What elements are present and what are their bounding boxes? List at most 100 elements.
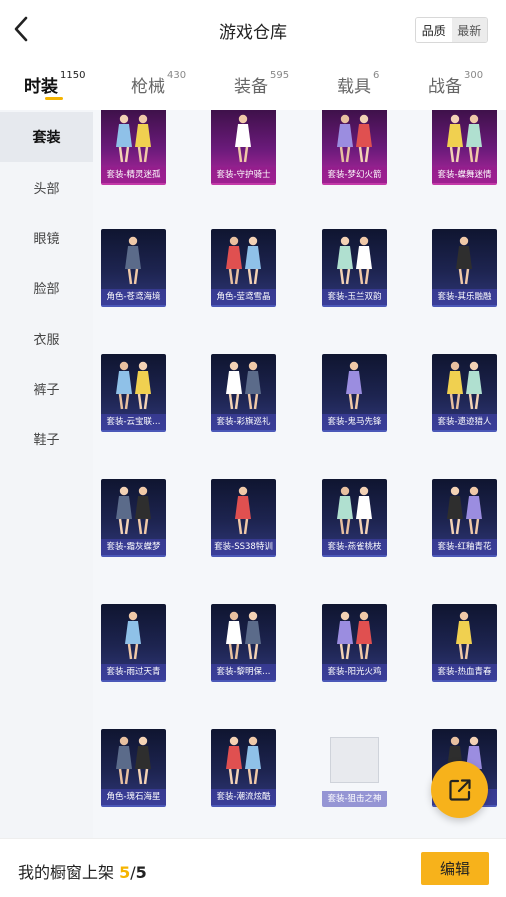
item-card[interactable]: 套装-其乐融融 [432,229,497,307]
sort-by-quality[interactable]: 品质 [416,18,452,42]
outfit-thumbnail [235,486,251,535]
item-card[interactable]: 套装-守护骑士 [211,110,276,185]
sort-toggle: 品质 最新 [415,17,488,43]
item-label: 角色-瑰石海星 [101,789,166,805]
category-pants[interactable]: 裤子 [0,363,93,413]
edit-button[interactable]: 编辑 [421,852,489,885]
item-card[interactable]: 套装-狙击之神 [322,729,387,807]
item-card[interactable]: 套装-SS38特训 [211,479,276,557]
showcase-status: 我的橱窗上架 5/5 [18,859,147,883]
tab-count: 430 [167,70,187,81]
outfit-thumbnail [116,736,151,785]
item-label: 套装-燕雀桃枝 [322,539,387,555]
item-card[interactable]: 套装-阳光火鸡 [322,604,387,682]
item-label: 套装-热血青春 [432,664,497,680]
item-card[interactable]: 套装-遗迹猎人 [432,354,497,432]
item-card[interactable]: 套装-燕雀桃枝 [322,479,387,557]
item-label: 套装-黎明保… [211,664,276,680]
category-head[interactable]: 头部 [0,162,93,212]
item-label: 套装-蝶舞迷情 [432,167,497,183]
image-placeholder-icon [330,737,379,783]
item-card[interactable]: 角色-苍鸢海境 [101,229,166,307]
tab-label: 载具 [337,77,371,97]
category-tabs: 时装1150 枪械430 装备595 载具6 战备300 [0,58,506,110]
sub-category-list: 套装 头部 眼镜 脸部 衣服 裤子 鞋子 [0,110,93,838]
item-label: 角色-苍鸢海境 [101,289,166,305]
item-label: 角色-莹鸢雪晶 [211,289,276,305]
share-external-icon [448,778,471,801]
outfit-thumbnail [337,114,372,163]
item-card[interactable]: 套装-精灵迷孤 [101,110,166,185]
item-card[interactable]: 套装-蝶舞迷情 [432,110,497,185]
item-card[interactable]: 套装-梦幻火箭 [322,110,387,185]
item-card[interactable]: 套装-潮流炫酷 [211,729,276,807]
tab-fashion[interactable]: 时装1150 [24,70,86,97]
category-clothes[interactable]: 衣服 [0,313,93,363]
tab-label: 装备 [234,77,268,97]
item-label: 套装-红釉青花 [432,539,497,555]
item-card[interactable]: 套装-云宝联… [101,354,166,432]
outfit-thumbnail [226,611,261,660]
item-card[interactable]: 角色-瑰石海星 [101,729,166,807]
tab-vehicles[interactable]: 载具6 [337,70,380,97]
item-label: 套装-云宝联… [101,414,166,430]
bottom-bar: 我的橱窗上架 5/5 编辑 [0,838,506,897]
item-label: 套装-狙击之神 [322,791,387,807]
showcase-current-count: 5 [119,863,131,882]
item-label: 套装-梦幻火箭 [322,167,387,183]
outfit-thumbnail [346,361,362,410]
category-suit[interactable]: 套装 [0,112,93,162]
item-grid: 套装-精灵迷孤 套装-守护骑士 套装-梦幻火箭 套装-蝶舞迷情角色-苍鸢海境 角色-莹鸢… [93,110,506,838]
item-card[interactable]: 套装-鬼马先锋 [322,354,387,432]
outfit-thumbnail [456,236,472,285]
outfit-thumbnail [337,611,372,660]
item-card[interactable]: 套装-红釉青花 [432,479,497,557]
tab-count: 6 [373,70,380,81]
tab-label: 枪械 [131,77,165,97]
item-card[interactable]: 套装-热血青春 [432,604,497,682]
share-button[interactable] [431,761,488,818]
item-label: 套装-玉兰双韵 [322,289,387,305]
outfit-thumbnail [125,611,141,660]
outfit-thumbnail [337,236,372,285]
outfit-thumbnail [116,361,151,410]
outfit-thumbnail [235,114,251,163]
sort-by-newest[interactable]: 最新 [451,18,487,42]
active-tab-indicator [45,97,63,100]
item-card[interactable]: 套装-黎明保… [211,604,276,682]
item-label: 套装-雨过天青 [101,664,166,680]
category-face[interactable]: 脸部 [0,262,93,312]
game-warehouse-screen: 游戏仓库 品质 最新 时装1150 枪械430 装备595 载具6 战备300 … [0,0,506,897]
tab-count: 1150 [60,70,86,81]
outfit-thumbnail [337,486,372,535]
header: 游戏仓库 品质 最新 [0,0,506,58]
tab-combat-gear[interactable]: 战备300 [428,70,484,97]
outfit-thumbnail [226,736,261,785]
item-label: 套装-阳光火鸡 [322,664,387,680]
category-glasses[interactable]: 眼镜 [0,212,93,262]
item-card[interactable]: 套装-霜灰蝶梦 [101,479,166,557]
showcase-max-count: 5 [135,863,147,882]
item-label: 套装-遗迹猎人 [432,414,497,430]
item-card[interactable]: 套装-彩旗巡礼 [211,354,276,432]
tab-label: 战备 [428,77,462,97]
outfit-thumbnail [116,114,151,163]
category-shoes[interactable]: 鞋子 [0,413,93,463]
tab-guns[interactable]: 枪械430 [131,70,187,97]
item-label: 套装-SS38特训 [211,539,276,555]
item-label: 套装-其乐融融 [432,289,497,305]
item-label: 套装-精灵迷孤 [101,167,166,183]
item-card[interactable]: 角色-莹鸢雪晶 [211,229,276,307]
item-card[interactable]: 套装-玉兰双韵 [322,229,387,307]
tab-label: 时装 [24,77,58,97]
outfit-thumbnail [447,114,482,163]
tab-equipment[interactable]: 装备595 [234,70,289,97]
tab-count: 300 [464,70,484,81]
item-label: 套装-彩旗巡礼 [211,414,276,430]
outfit-thumbnail [125,236,141,285]
outfit-thumbnail [456,611,472,660]
outfit-thumbnail [226,361,261,410]
outfit-thumbnail [447,361,482,410]
item-card[interactable]: 套装-雨过天青 [101,604,166,682]
item-label: 套装-守护骑士 [211,167,276,183]
